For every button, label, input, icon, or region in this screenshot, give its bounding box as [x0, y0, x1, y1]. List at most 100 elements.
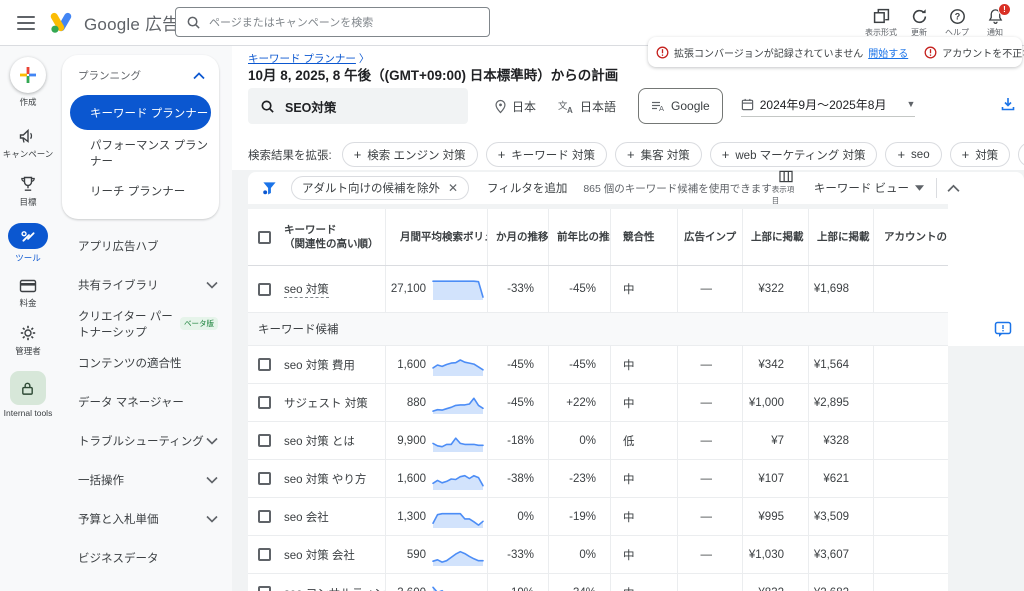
- column-header[interactable]: 上部に掲載: [742, 209, 808, 265]
- view-selector[interactable]: キーワード ビュー: [814, 180, 925, 196]
- sidebar-item[interactable]: コンテンツの適合性: [56, 343, 232, 382]
- row-checkbox[interactable]: [258, 548, 271, 561]
- column-header[interactable]: 競合性: [610, 209, 677, 265]
- account-status-cell: [873, 536, 948, 573]
- competition-level: 中: [623, 585, 635, 591]
- network-selector[interactable]: A Google: [638, 88, 723, 124]
- row-checkbox[interactable]: [258, 586, 271, 591]
- sidebar-item-keyword-planner[interactable]: キーワード プランナー: [70, 95, 211, 130]
- keyword-ideas-section-header: キーワード候補: [248, 313, 948, 346]
- sidebar-item[interactable]: アプリ広告ハブ: [56, 226, 232, 265]
- nav-goals[interactable]: 目標: [19, 175, 37, 208]
- expand-keyword-chip[interactable]: + web マーケティング 対策: [709, 142, 878, 167]
- columns-button[interactable]: 表示項目: [772, 170, 800, 206]
- adult-filter-chip[interactable]: アダルト向けの候補を除外 ✕: [290, 176, 470, 200]
- plus-icon: +: [961, 147, 970, 162]
- sidebar-item[interactable]: クリエイター パートナーシップ ベータ版: [56, 304, 232, 343]
- nav-tools[interactable]: ツール: [8, 223, 48, 264]
- chevron-up-icon[interactable]: [193, 71, 205, 80]
- row-checkbox[interactable]: [258, 396, 271, 409]
- row-checkbox[interactable]: [258, 358, 271, 371]
- top-of-page-bid-high: ¥621: [823, 472, 849, 485]
- yoy-change: 0%: [579, 548, 596, 561]
- sidebar-item[interactable]: 予算と入札単価: [56, 499, 232, 538]
- plus-icon: +: [721, 147, 730, 162]
- sidebar-item[interactable]: ビジネスデータ: [56, 538, 232, 577]
- notifications-button[interactable]: ! 通知: [976, 3, 1014, 38]
- language-selector[interactable]: 文A 日本語: [558, 98, 616, 115]
- appearance-button[interactable]: 表示形式: [862, 5, 900, 38]
- plus-icon: +: [897, 147, 906, 162]
- feedback-icon: [994, 321, 1012, 337]
- sidebar-menu: アプリ広告ハブ 共有ライブラリ クリエイター パートナーシップ ベータ版 コンテンツの適…: [56, 226, 232, 577]
- competition-level: 低: [623, 435, 635, 448]
- expand-keyword-chip[interactable]: + seo: [885, 142, 942, 167]
- lock-icon: [9, 371, 46, 405]
- add-filter-button[interactable]: フィルタを追加: [487, 180, 567, 196]
- column-header[interactable]: 月間平均検索ボリュ: [385, 209, 487, 265]
- expand-keyword-chip[interactable]: + キーワード 対策: [485, 142, 607, 167]
- column-header[interactable]: か月の推移: [487, 209, 548, 265]
- keyword-suggestion-row: seo 対策 とは 9,900 -18% 0% 低 — ¥7 ¥328: [248, 422, 948, 460]
- main-content: キーワード プランナー 〉 10月 8, 2025, 8 午後（(GMT+09:…: [232, 46, 1024, 591]
- sidebar: プランニング キーワード プランナー パフォーマンス プランナー リーチ プラン…: [56, 46, 232, 591]
- alert-banner-group: 拡張コンバージョンが記録されていません 開始する アカウントを不正なアクティビテ…: [648, 37, 1024, 67]
- collapse-table-button[interactable]: [947, 184, 960, 193]
- expand-keyword-chip[interactable]: +検索エンジン最適化: [1018, 142, 1024, 167]
- keyword-search-input[interactable]: SEO対策: [248, 88, 468, 124]
- column-header[interactable]: 広告インプ: [677, 209, 742, 265]
- row-checkbox[interactable]: [258, 510, 271, 523]
- sidebar-item-performance-planner[interactable]: パフォーマンス プランナー: [62, 134, 219, 172]
- column-header[interactable]: 前年比の推移: [548, 209, 610, 265]
- sidebar-item[interactable]: 一括操作: [56, 460, 232, 499]
- keyword-text[interactable]: seo 対策: [284, 281, 329, 298]
- planning-section-title: プランニング: [78, 70, 141, 82]
- alert-icon: [924, 46, 937, 58]
- global-search-input[interactable]: ページまたはキャンペーンを検索: [175, 7, 490, 37]
- nav-create[interactable]: 作成: [10, 57, 46, 108]
- planning-card: プランニング キーワード プランナー パフォーマンス プランナー リーチ プラン…: [62, 55, 219, 219]
- menu-icon[interactable]: [17, 16, 35, 30]
- banner-action-link[interactable]: 開始する: [868, 45, 908, 60]
- sidebar-item[interactable]: 共有ライブラリ: [56, 265, 232, 304]
- beta-badge: ベータ版: [180, 317, 218, 330]
- avg-monthly-searches: 880: [406, 396, 426, 409]
- row-checkbox[interactable]: [258, 282, 271, 296]
- columns-icon: [779, 170, 793, 183]
- expand-keyword-chip[interactable]: + 集客 対策: [614, 142, 702, 167]
- column-header[interactable]: アカウントのステー: [873, 209, 948, 265]
- column-header[interactable]: 上部に掲載: [808, 209, 873, 265]
- nav-campaigns[interactable]: キャンペーン: [3, 127, 53, 160]
- search-network-icon: A: [652, 101, 664, 112]
- nav-billing[interactable]: 料金: [19, 278, 37, 309]
- expand-search-label: 検索結果を拡張:: [248, 149, 332, 162]
- download-button[interactable]: [1000, 96, 1016, 112]
- row-checkbox[interactable]: [258, 472, 271, 485]
- topbar-actions: 表示形式 更新 ? ヘルプ ! 通知: [862, 3, 1014, 38]
- avg-monthly-searches: 1,600: [397, 472, 426, 485]
- location-selector[interactable]: 日本: [494, 98, 536, 115]
- row-checkbox[interactable]: [258, 230, 271, 244]
- sidebar-item-reach-planner[interactable]: リーチ プランナー: [62, 172, 219, 210]
- create-plus-icon: [10, 57, 46, 93]
- account-status-cell: [873, 346, 948, 383]
- feedback-button[interactable]: [994, 321, 1012, 338]
- keyword-count-info: 865 個のキーワード候補を使用できます: [583, 182, 772, 195]
- refresh-button[interactable]: 更新: [900, 5, 938, 38]
- yoy-change: 0%: [579, 434, 596, 447]
- row-checkbox[interactable]: [258, 434, 271, 447]
- top-of-page-bid-low: ¥1,030: [748, 548, 784, 561]
- date-range-selector[interactable]: 2024年9月～2025年8月 ▼: [740, 96, 916, 117]
- table-body: seo 対策 27,100 -33% -45% 中 — ¥322 ¥1,698 キーワード候補 s…: [248, 266, 948, 591]
- expand-keyword-chip[interactable]: + 対策: [949, 142, 1011, 167]
- nav-internal-tools[interactable]: Internal tools: [4, 371, 52, 418]
- sidebar-item[interactable]: トラブルシューティング: [56, 421, 232, 460]
- top-of-page-bid-low: ¥1,000: [748, 396, 784, 409]
- column-header[interactable]: キーワード （関連性の高い順）: [282, 209, 385, 265]
- nav-admin[interactable]: 管理者: [15, 324, 41, 357]
- help-button[interactable]: ? ヘルプ: [938, 5, 976, 38]
- expand-keyword-chip[interactable]: + 検索 エンジン 対策: [341, 142, 478, 167]
- sidebar-item[interactable]: データ マネージャー: [56, 382, 232, 421]
- refine-filter-icon[interactable]: [262, 180, 277, 196]
- chip-remove-icon[interactable]: ✕: [448, 181, 458, 195]
